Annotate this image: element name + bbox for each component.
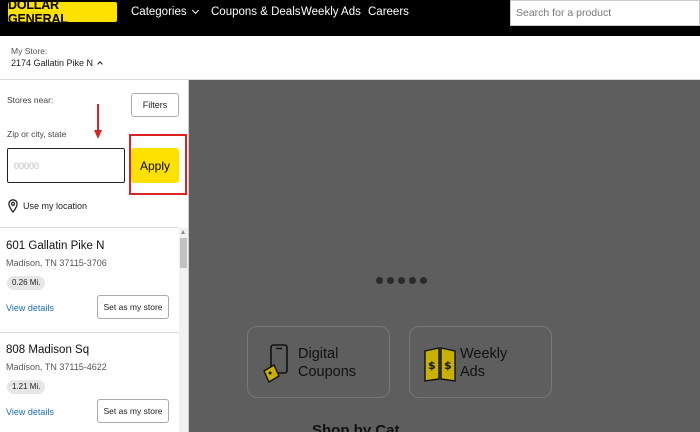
store-address: Madison, TN 37115-3706 [6, 258, 107, 268]
scroll-up-arrow-icon[interactable] [181, 230, 185, 234]
store-list-item: 601 Gallatin Pike N Madison, TN 37115-37… [0, 228, 179, 332]
chevron-down-icon [191, 6, 199, 15]
chevron-up-icon [97, 61, 103, 67]
svg-text:$: $ [428, 359, 436, 372]
carousel-dot[interactable] [398, 277, 405, 284]
filters-button[interactable]: Filters [131, 93, 179, 117]
zip-label: Zip or city, state [7, 129, 67, 139]
top-nav: DOLLAR GENERAL Categories Coupons & Deal… [0, 0, 700, 36]
phone-coupon-icon [263, 344, 288, 383]
store-name: 808 Madison Sq [6, 344, 90, 356]
store-list-item: 808 Madison Sq Madison, TN 37115-4622 1.… [0, 332, 179, 432]
dollar-general-logo[interactable]: DOLLAR GENERAL [8, 0, 117, 26]
card-line1: Digital [298, 346, 339, 362]
view-details-link[interactable]: View details [6, 303, 54, 313]
scrollbar[interactable] [179, 228, 188, 432]
distance-badge: 1.21 Mi. [7, 380, 46, 394]
digital-coupons-label: Digital Coupons [298, 345, 356, 381]
set-as-my-store-button[interactable]: Set as my store [97, 399, 169, 423]
distance-badge: 0.26 Mi. [7, 276, 46, 290]
scrollbar-thumb[interactable] [180, 238, 187, 268]
store-address: Madison, TN 37115-4622 [6, 362, 107, 372]
svg-text:$: $ [444, 359, 452, 372]
use-my-location-link[interactable]: Use my location [23, 201, 87, 211]
my-store-label: My Store: [11, 46, 48, 56]
carousel-dot[interactable] [387, 277, 394, 284]
stores-near-label: Stores near: [7, 95, 54, 105]
my-store-bar: My Store: 2174 Gallatin Pike N [0, 36, 700, 80]
nav-weekly-ads[interactable]: Weekly Ads [301, 6, 361, 18]
search-input[interactable]: Search for a product [510, 0, 700, 26]
zip-input[interactable]: 00000 [7, 148, 125, 183]
carousel-dots [376, 277, 427, 284]
carousel-dot[interactable] [420, 277, 427, 284]
search-placeholder: Search for a product [516, 7, 612, 19]
weekly-ads-card[interactable]: $ $ Weekly Ads [409, 326, 552, 398]
set-as-my-store-button[interactable]: Set as my store [97, 295, 169, 319]
carousel-dot[interactable] [376, 277, 383, 284]
store-name: 601 Gallatin Pike N [6, 240, 105, 252]
weekly-ads-label: Weekly Ads [460, 345, 507, 381]
card-line2: Ads [460, 364, 485, 380]
my-store-selector[interactable]: 2174 Gallatin Pike N [11, 58, 103, 68]
view-details-link[interactable]: View details [6, 407, 54, 417]
dimmed-page-overlay[interactable]: Digital Coupons $ $ Weekly Ads Shop by C… [189, 80, 700, 432]
digital-coupons-card[interactable]: Digital Coupons [247, 326, 390, 398]
apply-button[interactable]: Apply [131, 148, 179, 183]
zip-placeholder: 00000 [14, 161, 40, 171]
weekly-ad-icon: $ $ [424, 347, 456, 382]
nav-careers[interactable]: Careers [368, 6, 409, 18]
carousel-dot[interactable] [409, 277, 416, 284]
section-heading-partial: Shop by Cat [312, 422, 400, 432]
store-locator-panel: Stores near: Filters Zip or city, state … [0, 80, 189, 432]
annotation-arrow-head [94, 130, 102, 139]
nav-categories[interactable]: Categories [131, 6, 199, 18]
card-line1: Weekly [460, 346, 508, 362]
nav-coupons-deals[interactable]: Coupons & Deals [211, 6, 301, 18]
location-pin-icon [8, 199, 18, 213]
logo-text: DOLLAR GENERAL [8, 0, 68, 26]
my-store-value: 2174 Gallatin Pike N [11, 58, 94, 68]
nav-categories-label: Categories [131, 6, 187, 18]
card-line2: Coupons [298, 364, 357, 380]
